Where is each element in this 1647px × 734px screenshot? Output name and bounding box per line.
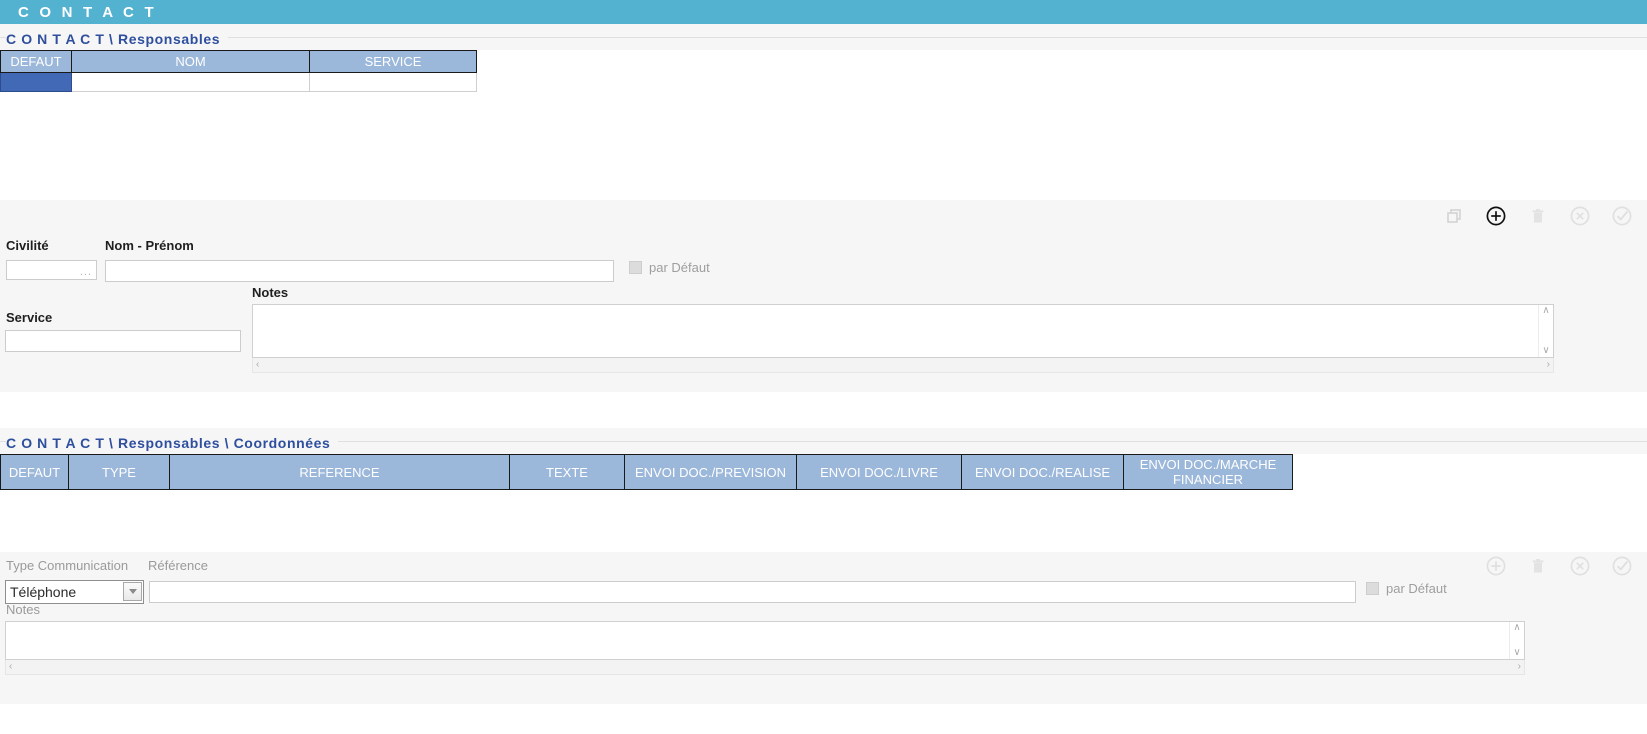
scroll-down-icon[interactable]: ∨ xyxy=(1542,346,1549,356)
column-header-envoi-doc-realise[interactable]: ENVOI DOC./REALISE xyxy=(962,455,1124,490)
column-header-reference[interactable]: REFERENCE xyxy=(170,455,510,490)
scroll-right-icon[interactable]: › xyxy=(1547,360,1550,370)
responsables-form: Civilité ... Nom - Prénom par Défaut Ser… xyxy=(0,232,1647,392)
coordonnees-form: Type Communication Référence Téléphone p… xyxy=(0,552,1647,704)
validate-check-icon[interactable] xyxy=(1611,205,1633,227)
column-header-envoi-doc-livre[interactable]: ENVOI DOC./LIVRE xyxy=(797,455,962,490)
cancel-circle-icon[interactable] xyxy=(1569,555,1591,577)
notes-textarea-shell: ∧ ∨ xyxy=(252,304,1554,358)
coordonnees-grid-wrap: DEFAUT TYPE REFERENCE TEXTE ENVOI DOC./P… xyxy=(0,454,1647,490)
coordonnees-grid-empty-area xyxy=(0,490,1647,552)
par-defaut-checkbox[interactable] xyxy=(1366,582,1379,595)
reference-input[interactable] xyxy=(149,581,1356,603)
column-header-defaut[interactable]: DEFAUT xyxy=(1,51,72,73)
nom-prenom-input[interactable] xyxy=(105,260,614,282)
column-header-texte[interactable]: TEXTE xyxy=(510,455,625,490)
column-header-defaut[interactable]: DEFAUT xyxy=(1,455,69,490)
trash-icon[interactable] xyxy=(1527,205,1549,227)
notes-horizontal-scrollbar[interactable]: ‹ › xyxy=(252,358,1554,373)
notes-vertical-scrollbar[interactable]: ∧ ∨ xyxy=(1538,305,1553,357)
coordonnees-toolbar xyxy=(0,552,1647,580)
responsables-grid-wrap: DEFAUT NOM SERVICE xyxy=(0,50,1647,92)
add-circle-icon[interactable] xyxy=(1485,555,1507,577)
par-defaut-checkbox-row[interactable]: par Défaut xyxy=(1366,581,1447,596)
par-defaut-label: par Défaut xyxy=(1386,581,1447,596)
section-header-responsables-label: C O N T A C T \ Responsables xyxy=(6,31,228,47)
responsables-grid[interactable]: DEFAUT NOM SERVICE xyxy=(0,50,477,92)
column-header-envoi-doc-prevision[interactable]: ENVOI DOC./PREVISION xyxy=(625,455,797,490)
notes-horizontal-scrollbar[interactable]: ‹ › xyxy=(5,660,1525,675)
add-circle-icon[interactable] xyxy=(1485,205,1507,227)
section-gap xyxy=(0,392,1647,428)
scroll-up-icon[interactable]: ∧ xyxy=(1542,306,1549,316)
par-defaut-checkbox-row[interactable]: par Défaut xyxy=(629,260,710,275)
column-header-envoi-doc-marche-financier[interactable]: ENVOI DOC./MARCHE FINANCIER xyxy=(1124,455,1293,490)
table-row[interactable] xyxy=(1,73,477,92)
responsables-toolbar xyxy=(0,200,1647,232)
cancel-circle-icon[interactable] xyxy=(1569,205,1591,227)
cell-defaut[interactable] xyxy=(1,73,72,92)
notes-label: Notes xyxy=(6,602,40,617)
par-defaut-label: par Défaut xyxy=(649,260,710,275)
validate-check-icon[interactable] xyxy=(1611,555,1633,577)
scroll-left-icon[interactable]: ‹ xyxy=(256,360,259,370)
section-header-coordonnees-label: C O N T A C T \ Responsables \ Coordonné… xyxy=(6,435,338,451)
cell-service[interactable] xyxy=(310,73,477,92)
table-header-row: DEFAUT NOM SERVICE xyxy=(1,51,477,73)
responsables-grid-empty-area xyxy=(0,92,1647,200)
notes-textarea[interactable] xyxy=(6,622,1509,659)
column-header-nom[interactable]: NOM xyxy=(72,51,310,73)
column-header-service[interactable]: SERVICE xyxy=(310,51,477,73)
par-defaut-checkbox[interactable] xyxy=(629,261,642,274)
notes-textarea[interactable] xyxy=(253,305,1538,357)
cell-nom[interactable] xyxy=(72,73,310,92)
table-header-row: DEFAUT TYPE REFERENCE TEXTE ENVOI DOC./P… xyxy=(1,455,1293,490)
civilite-input[interactable] xyxy=(6,260,97,280)
notes-label: Notes xyxy=(252,285,288,300)
notes-vertical-scrollbar[interactable]: ∧ ∨ xyxy=(1509,622,1524,659)
type-communication-select-box[interactable]: Téléphone xyxy=(5,580,144,604)
scroll-right-icon[interactable]: › xyxy=(1518,662,1521,672)
scroll-up-icon[interactable]: ∧ xyxy=(1513,623,1520,633)
type-communication-label: Type Communication xyxy=(6,558,128,573)
scroll-left-icon[interactable]: ‹ xyxy=(9,662,12,672)
notes-textarea-shell: ∧ ∨ xyxy=(5,621,1525,660)
duplicate-icon[interactable] xyxy=(1443,205,1465,227)
app-titlebar: C O N T A C T xyxy=(0,0,1647,24)
column-header-type[interactable]: TYPE xyxy=(69,455,170,490)
app-title: C O N T A C T xyxy=(18,4,157,21)
scroll-down-icon[interactable]: ∨ xyxy=(1513,648,1520,658)
nom-prenom-label: Nom - Prénom xyxy=(105,238,194,253)
section-header-coordonnees: C O N T A C T \ Responsables \ Coordonné… xyxy=(0,428,1647,454)
civilite-label: Civilité xyxy=(6,238,49,253)
service-input[interactable] xyxy=(5,330,241,352)
trash-icon[interactable] xyxy=(1527,555,1549,577)
type-communication-select[interactable]: Téléphone xyxy=(5,580,144,604)
coordonnees-grid[interactable]: DEFAUT TYPE REFERENCE TEXTE ENVOI DOC./P… xyxy=(0,454,1293,490)
reference-label: Référence xyxy=(148,558,208,573)
service-label: Service xyxy=(6,310,52,325)
section-header-responsables: C O N T A C T \ Responsables xyxy=(0,24,1647,50)
